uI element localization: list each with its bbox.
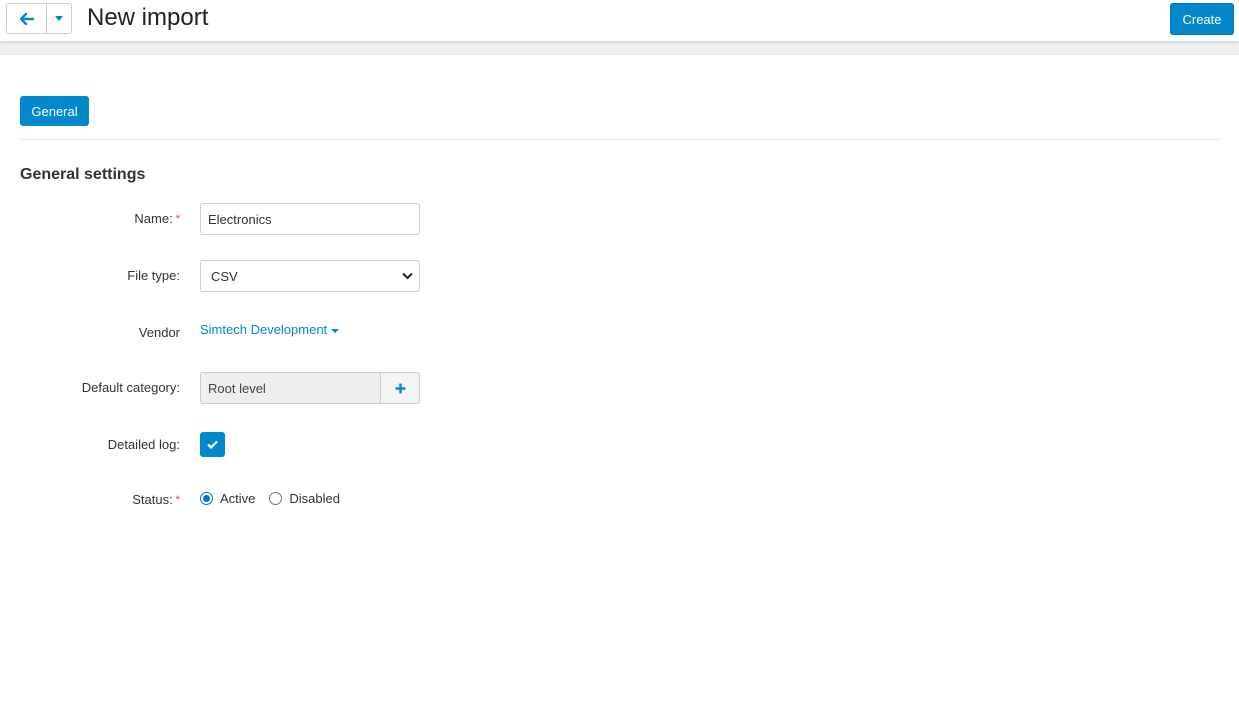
status-active-label[interactable]: Active [220, 491, 255, 506]
status-label-text: Status: [132, 492, 173, 507]
back-dropdown-button[interactable] [47, 4, 71, 33]
vendor-value: Simtech Development [200, 322, 328, 337]
status-active-radio[interactable] [200, 492, 213, 505]
status-radio-group: Active Disabled [200, 491, 354, 506]
required-marker: * [175, 213, 180, 225]
back-button[interactable] [7, 4, 47, 33]
vendor-label: Vendor [138, 325, 180, 340]
tab-general[interactable]: General [20, 96, 89, 126]
arrow-left-icon [19, 12, 34, 25]
name-label-text: Name: [134, 211, 173, 226]
caret-down-icon [331, 328, 340, 333]
caret-down-icon [55, 16, 63, 21]
section-title: General settings [20, 166, 146, 183]
vendor-dropdown[interactable]: Simtech Development [200, 322, 340, 338]
checkmark-icon [207, 440, 218, 449]
file-type-select[interactable]: CSV [200, 260, 420, 292]
plus-icon [395, 383, 405, 393]
chevron-down-icon [402, 272, 413, 280]
page-title: New import [87, 4, 209, 31]
default-category-label: Default category: [81, 380, 180, 395]
detailed-log-checkbox[interactable] [200, 432, 225, 457]
status-disabled-radio[interactable] [269, 492, 283, 505]
status-label: Status: * [132, 492, 180, 508]
detailed-log-label: Detailed log: [107, 437, 180, 452]
required-marker: * [175, 494, 180, 506]
back-button-group [6, 3, 72, 34]
name-input[interactable]: Electronics [200, 203, 420, 235]
default-category-value: Root level [201, 373, 381, 403]
add-category-button[interactable] [381, 373, 419, 403]
file-type-value: CSV [211, 268, 238, 284]
header-separator-band [0, 41, 1239, 55]
tab-divider [20, 139, 1220, 140]
top-toolbar: New import Create [0, 0, 1239, 41]
create-button[interactable]: Create [1170, 3, 1234, 35]
name-label: Name: * [134, 211, 180, 227]
file-type-label: File type: [127, 268, 180, 283]
default-category-picker: Root level [200, 372, 420, 404]
status-disabled-label[interactable]: Disabled [289, 491, 340, 506]
